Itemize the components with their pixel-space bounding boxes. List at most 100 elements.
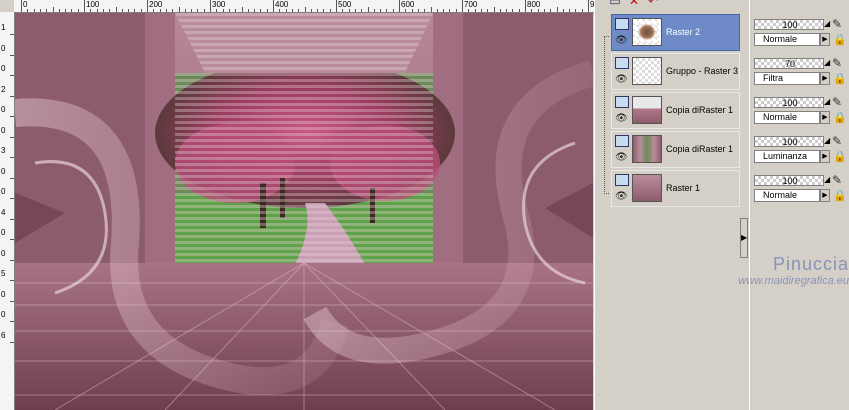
ruler-top-tick (254, 9, 256, 12)
lock-icon[interactable]: 🔒 (833, 189, 847, 202)
ruler-top-tick (512, 9, 514, 12)
layer-row[interactable]: 👁 Raster 2 (611, 14, 740, 51)
layer-type-icon (615, 135, 629, 147)
edit-icon[interactable]: ✎ (832, 173, 842, 187)
layer-name: Raster 2 (666, 27, 701, 37)
visibility-eye-icon[interactable]: 👁 (615, 153, 628, 163)
undo-icon[interactable]: ↶ (644, 0, 662, 8)
ruler-left-label: 4 (1, 207, 6, 217)
ruler-top-tick (399, 0, 400, 12)
opacity-slider[interactable]: 100 (754, 19, 824, 30)
layer-name: Raster 1 (666, 183, 701, 193)
panel-expand-button[interactable]: ▶ (740, 218, 748, 258)
ruler-left-label: 0 (1, 310, 6, 319)
ruler-top-tick (342, 9, 344, 12)
ruler-left-tick (10, 95, 14, 97)
watermark-name: Pinuccia (772, 254, 849, 274)
ruler-top-tick (455, 9, 457, 12)
ruler-top-tick (191, 9, 193, 12)
visibility-eye-icon[interactable]: 👁 (615, 75, 628, 85)
image-canvas[interactable] (15, 13, 593, 410)
new-layer-icon[interactable]: ▭ (606, 0, 624, 8)
ruler-top-tick (27, 9, 29, 12)
ruler-left-tick (10, 177, 14, 179)
blend-dropdown-arrow-icon[interactable]: ▶ (820, 189, 830, 202)
lock-icon[interactable]: 🔒 (833, 72, 847, 85)
opacity-slider[interactable]: 100 (754, 97, 824, 108)
layer-row[interactable]: 👁 Raster 1 (611, 170, 740, 207)
edit-icon[interactable]: ✎ (832, 134, 842, 148)
lock-icon[interactable]: 🔒 (833, 150, 847, 163)
edit-icon[interactable]: ✎ (832, 17, 842, 31)
ruler-top-tick (323, 9, 325, 12)
layer-row[interactable]: 👁 Copia diRaster 1 (611, 131, 740, 168)
slider-handle-icon[interactable]: ◢ (824, 19, 832, 30)
slider-handle-icon[interactable]: ◢ (824, 136, 832, 147)
panel-separator[interactable] (594, 0, 601, 410)
ruler-left-label: 0 (1, 105, 6, 114)
ruler-top-label: 500 (338, 0, 352, 9)
opacity-value: 100 (782, 20, 798, 30)
ruler-top-tick (550, 9, 552, 12)
lock-icon[interactable]: 🔒 (833, 111, 847, 124)
ruler-top-tick (424, 9, 426, 12)
blend-mode-select[interactable]: Luminanza (754, 150, 820, 163)
visibility-eye-icon[interactable]: 👁 (615, 192, 628, 202)
ruler-top-tick (291, 9, 293, 12)
ruler-top-label: 700 (464, 0, 478, 9)
ruler-left-tick (10, 157, 14, 158)
opacity-slider[interactable]: 100 (754, 175, 824, 186)
ruler-left-tick (10, 280, 14, 281)
ruler-top-tick (310, 9, 312, 12)
ruler-top-tick (33, 9, 35, 12)
blend-mode-select[interactable]: Normale (754, 33, 820, 46)
ruler-left-tick (10, 259, 14, 261)
edit-icon[interactable]: ✎ (832, 95, 842, 109)
ruler-left-label: 6 (1, 330, 6, 340)
ruler-top-tick (562, 9, 564, 12)
layer-row[interactable]: 👁 Copia diRaster 1 (611, 92, 740, 129)
opacity-slider[interactable]: 70 (754, 58, 824, 69)
ruler-top-tick (84, 0, 85, 12)
ruler-top-tick (588, 0, 589, 12)
layers-toolbar: ▭ ✕ ↶ (600, 0, 750, 10)
delete-icon[interactable]: ✕ (625, 0, 643, 8)
lock-icon[interactable]: 🔒 (833, 33, 847, 46)
ruler-left-tick (10, 300, 14, 302)
visibility-eye-icon[interactable]: 👁 (615, 36, 628, 46)
visibility-eye-icon[interactable]: 👁 (615, 114, 628, 124)
ruler-top-tick (96, 9, 98, 12)
layer-name: Gruppo - Raster 3 (666, 66, 739, 76)
edit-icon[interactable]: ✎ (832, 56, 842, 70)
ruler-top-tick (474, 9, 476, 12)
blend-dropdown-arrow-icon[interactable]: ▶ (820, 72, 830, 85)
blend-mode-select[interactable]: Normale (754, 189, 820, 202)
ruler-top-tick (367, 7, 369, 12)
ruler-top-tick (121, 9, 123, 12)
ruler-top-tick (90, 9, 92, 12)
layer-row[interactable]: 👁 Gruppo - Raster 3 (611, 53, 740, 90)
ruler-top-tick (285, 9, 287, 12)
slider-handle-icon[interactable]: ◢ (824, 97, 832, 108)
canvas-artwork (15, 13, 593, 410)
blend-dropdown-arrow-icon[interactable]: ▶ (820, 150, 830, 163)
slider-handle-icon[interactable]: ◢ (824, 175, 832, 186)
blend-mode-select[interactable]: Normale (754, 111, 820, 124)
ruler-top-tick (102, 9, 104, 12)
ruler-top-tick (411, 9, 413, 12)
opacity-slider[interactable]: 100 (754, 136, 824, 147)
ruler-top-tick (247, 9, 249, 12)
blend-mode-select[interactable]: Filtra (754, 72, 820, 85)
layer-thumbnail (632, 174, 662, 202)
blend-dropdown-arrow-icon[interactable]: ▶ (820, 111, 830, 124)
ruler-left-tick (10, 136, 14, 138)
ruler-top-tick (147, 0, 148, 12)
ruler-top-tick (140, 9, 142, 12)
ruler-top-tick (77, 9, 79, 12)
blend-dropdown-arrow-icon[interactable]: ▶ (820, 33, 830, 46)
ruler-top-tick (556, 7, 558, 12)
layer-properties: 100 ◢ Luminanza ▶ ✎ 🔒 (752, 133, 849, 170)
ruler-top-tick (354, 9, 356, 12)
slider-handle-icon[interactable]: ◢ (824, 58, 832, 69)
opacity-value: 100 (782, 137, 798, 147)
